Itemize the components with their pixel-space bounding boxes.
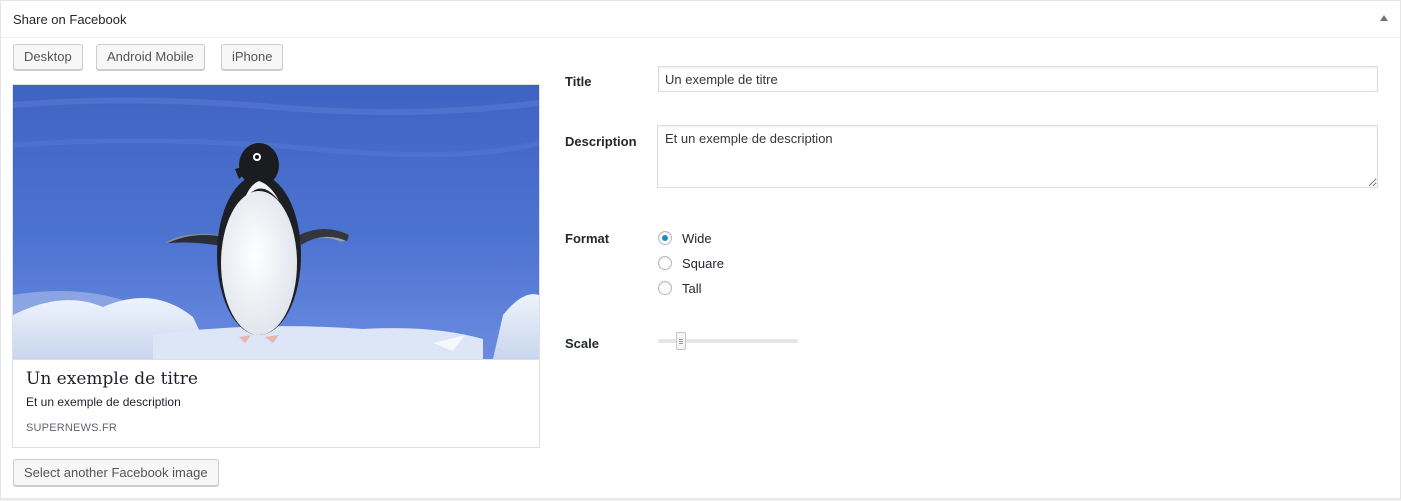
scale-slider-handle[interactable]	[676, 332, 686, 350]
format-option-square[interactable]: Square	[658, 254, 724, 272]
preview-description: Et un exemple de description	[26, 395, 181, 409]
format-label: Format	[565, 231, 610, 246]
preview-image	[13, 85, 539, 360]
description-textarea[interactable]: Et un exemple de description	[657, 125, 1378, 188]
format-option-wide[interactable]: Wide	[658, 229, 712, 247]
format-option-label: Wide	[682, 230, 712, 246]
radio-tall[interactable]	[658, 281, 672, 295]
device-tab-desktop[interactable]: Desktop	[13, 44, 83, 70]
preview-domain: SUPERNEWS.FR	[26, 422, 118, 434]
radio-square[interactable]	[658, 256, 672, 270]
format-option-label: Tall	[682, 280, 702, 296]
collapse-arrow-icon[interactable]	[1380, 15, 1388, 21]
scale-label: Scale	[565, 336, 599, 351]
panel-title: Share on Facebook	[13, 12, 127, 27]
preview-title: Un exemple de titre	[26, 369, 198, 389]
radio-wide[interactable]	[658, 231, 672, 245]
title-label: Title	[565, 74, 592, 89]
select-another-image-button[interactable]: Select another Facebook image	[13, 459, 219, 486]
panel-header[interactable]: Share on Facebook	[1, 1, 1400, 38]
facebook-share-preview: Un exemple de titre Et un exemple de des…	[12, 84, 540, 448]
format-option-label: Square	[682, 255, 724, 271]
title-input[interactable]	[658, 66, 1378, 92]
format-option-tall[interactable]: Tall	[658, 279, 702, 297]
device-tab-android-mobile[interactable]: Android Mobile	[96, 44, 205, 70]
description-label: Description	[565, 134, 637, 149]
device-tab-iphone[interactable]: iPhone	[221, 44, 284, 70]
